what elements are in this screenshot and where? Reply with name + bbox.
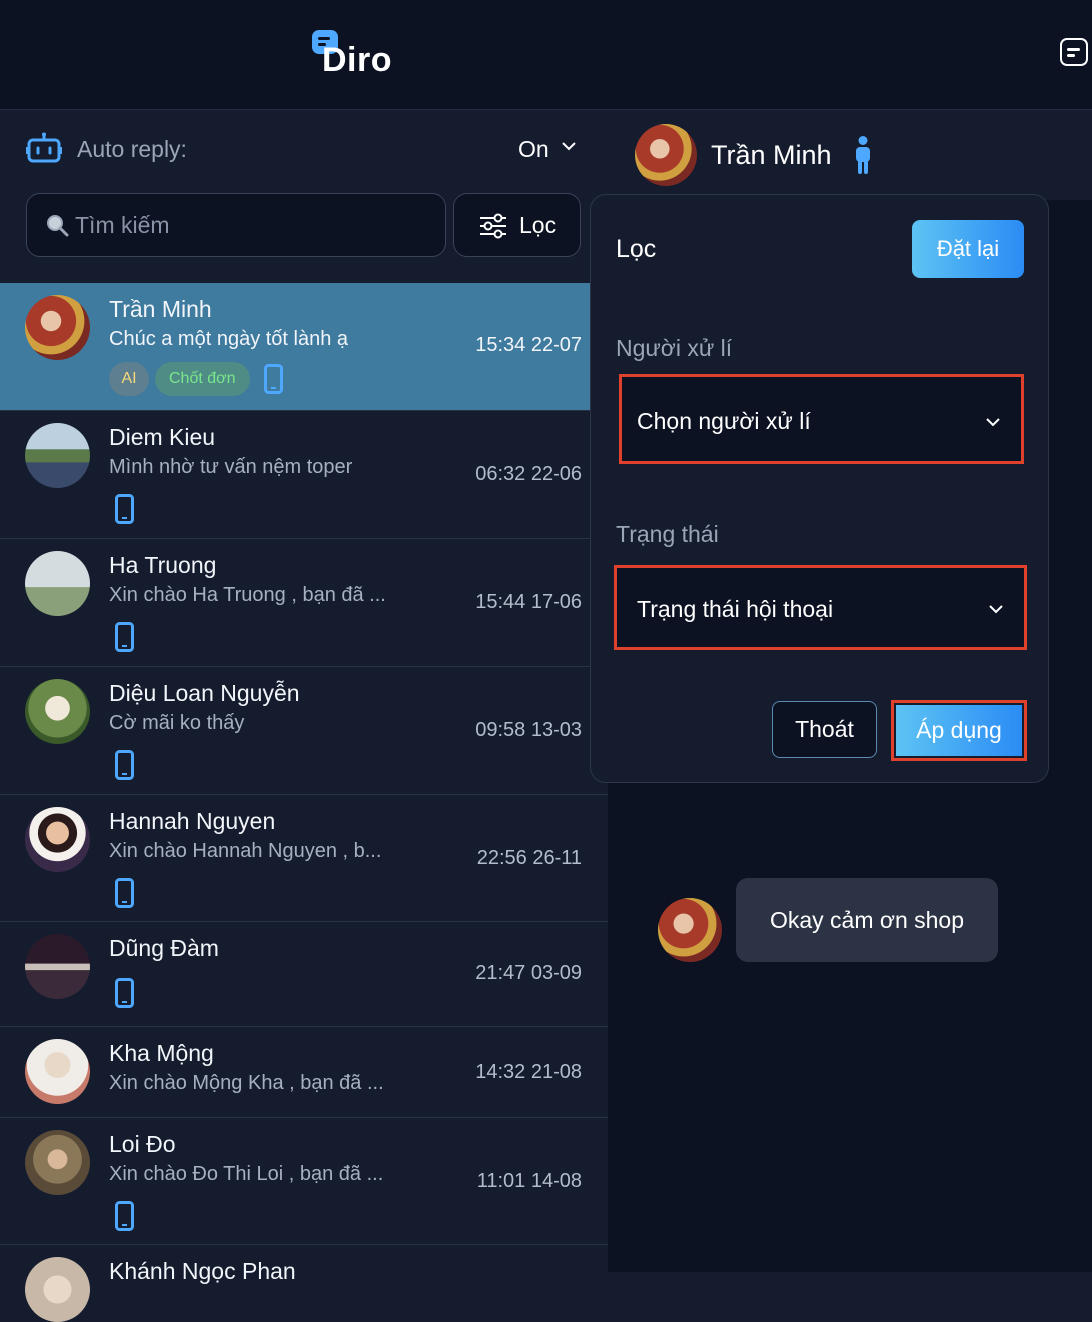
menu-icon[interactable] (1060, 38, 1088, 66)
auto-reply-value[interactable]: On (518, 136, 549, 163)
conversation-time: 22:56 26-11 (476, 847, 582, 869)
app-logo[interactable]: Diro (312, 30, 392, 80)
avatar (25, 1039, 90, 1104)
top-bar: Diro (0, 0, 1092, 110)
chat-contact-name: Trần Minh (711, 140, 832, 170)
apply-button[interactable]: Áp dụng (896, 705, 1022, 756)
avatar (25, 934, 90, 999)
conversation-item-0[interactable]: Trần Minh Chúc a một ngày tốt lành ạ 15:… (0, 283, 590, 411)
male-person-icon (856, 136, 870, 174)
conversation-item-1[interactable]: Diem Kieu Mình nhờ tư vấn nệm toper 06:3… (0, 411, 608, 539)
conversation-preview: Xin chào Mộng Kha , bạn đã ... (109, 1072, 384, 1094)
filter-button-label: Lọc (519, 212, 557, 238)
auto-reply-label: Auto reply: (77, 136, 187, 162)
conversation-time: 06:32 22-06 (475, 463, 582, 485)
phone-icon (115, 878, 134, 908)
conversation-time: 14:32 21-08 (475, 1061, 582, 1083)
apply-button-highlight: Áp dụng (891, 700, 1027, 761)
phone-icon (115, 622, 134, 652)
handler-select-value: Chọn người xử lí (637, 408, 811, 434)
conversation-name: Loi Đo (109, 1131, 176, 1157)
tag-ai-badge: AI (109, 362, 149, 396)
phone-icon (115, 978, 134, 1008)
conversation-list: Trần Minh Chúc a một ngày tốt lành ạ 15:… (0, 283, 608, 1322)
avatar (25, 1257, 90, 1322)
logo-text: Diro (322, 40, 392, 79)
auto-reply-bar: Auto reply: On (26, 130, 586, 170)
tag-chot-don-badge: Chốt đơn (155, 362, 250, 396)
status-select[interactable]: Trạng thái hội thoại (614, 565, 1027, 650)
conversation-item-5[interactable]: Dũng Đàm 21:47 03-09 (0, 922, 608, 1027)
phone-icon (115, 494, 134, 524)
avatar (25, 295, 90, 360)
conversation-tags: AI Chốt đơn (109, 362, 283, 396)
reset-button[interactable]: Đặt lại (912, 220, 1024, 278)
conversation-item-3[interactable]: Diệu Loan Nguyễn Cờ mãi ko thấy 09:58 13… (0, 667, 608, 795)
conversation-item-8[interactable]: Khánh Ngọc Phan (0, 1245, 608, 1322)
avatar (25, 1130, 90, 1195)
status-select-value: Trạng thái hội thoại (637, 596, 834, 622)
filter-button[interactable]: Lọc (453, 193, 581, 257)
handler-select[interactable]: Chọn người xử lí (619, 374, 1024, 464)
conversation-item-7[interactable]: Loi Đo Xin chào Đo Thi Loi , bạn đã ... … (0, 1118, 608, 1245)
avatar (25, 423, 90, 488)
chevron-down-icon (986, 418, 1000, 427)
conversation-time: 11:01 14-08 (476, 1170, 582, 1192)
conversation-item-6[interactable]: Kha Mộng Xin chào Mộng Kha , bạn đã ... … (0, 1027, 608, 1118)
conversation-name: Trần Minh (109, 296, 212, 322)
search-box (26, 193, 446, 257)
conversation-name: Kha Mộng (109, 1040, 214, 1066)
conversation-preview: Mình nhờ tư vấn nệm toper (109, 456, 353, 478)
conversation-name: Diem Kieu (109, 424, 216, 450)
avatar[interactable] (635, 124, 697, 186)
search-input[interactable] (75, 208, 435, 242)
exit-button[interactable]: Thoát (772, 701, 877, 758)
avatar (25, 679, 90, 744)
conversation-time: 09:58 13-03 (475, 719, 582, 741)
chat-header: Trần Minh (608, 110, 1092, 200)
sliders-icon (480, 213, 506, 239)
conversation-time: 15:44 17-06 (475, 591, 582, 613)
conversation-time: 15:34 22-07 (475, 334, 582, 356)
conversation-preview: Xin chào Ha Truong , bạn đã ... (109, 584, 386, 606)
phone-icon (115, 1201, 134, 1231)
avatar (658, 898, 722, 962)
robot-icon (26, 132, 62, 163)
filter-panel-title: Lọc (616, 235, 657, 263)
conversation-item-2[interactable]: Ha Truong Xin chào Ha Truong , bạn đã ..… (0, 539, 608, 667)
conversation-name: Dũng Đàm (109, 935, 219, 961)
conversation-preview: Cờ mãi ko thấy (109, 712, 245, 734)
phone-icon (115, 750, 134, 780)
conversation-preview: Chúc a một ngày tốt lành ạ (109, 328, 349, 350)
message-bubble: Okay cảm ơn shop (736, 878, 998, 962)
conversation-sidebar: Auto reply: On Lọc Trần Minh Chúc a một … (0, 110, 608, 1322)
handler-label: Người xử lí (616, 335, 733, 361)
conversation-name: Hannah Nguyen (109, 808, 276, 834)
conversation-preview: Xin chào Hannah Nguyen , b... (109, 840, 382, 862)
phone-icon (263, 364, 283, 394)
chevron-down-icon (989, 605, 1003, 614)
filter-panel: Lọc Đặt lại Người xử lí Chọn người xử lí… (590, 194, 1049, 783)
conversation-time: 21:47 03-09 (475, 962, 582, 984)
status-label: Trạng thái (616, 521, 719, 547)
conversation-name: Ha Truong (109, 552, 217, 578)
search-icon (47, 215, 69, 237)
conversation-item-4[interactable]: Hannah Nguyen Xin chào Hannah Nguyen , b… (0, 795, 608, 922)
conversation-name: Diệu Loan Nguyễn (109, 680, 300, 706)
conversation-preview: Xin chào Đo Thi Loi , bạn đã ... (109, 1163, 384, 1185)
avatar (25, 807, 90, 872)
avatar (25, 551, 90, 616)
chevron-down-icon[interactable] (561, 138, 577, 154)
